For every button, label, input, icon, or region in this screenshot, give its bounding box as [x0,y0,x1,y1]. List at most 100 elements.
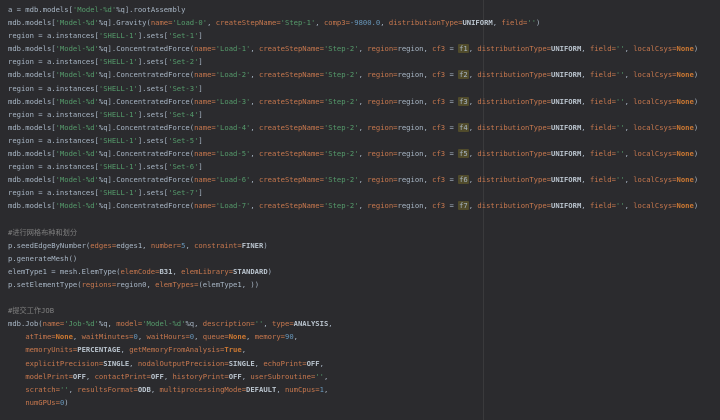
code-token: '' [616,97,625,106]
code-token [8,359,25,368]
code-token: region = a.instances[ [8,31,99,40]
code-line[interactable]: a = mdb.models['Model-%d'%q].rootAssembl… [8,3,720,16]
code-token: name= [194,70,216,79]
code-token: None [56,332,73,341]
code-token: createStepName= [259,175,324,184]
code-token: createStepName= [259,70,324,79]
code-token: localCsys= [633,44,676,53]
code-token: field= [590,123,616,132]
code-token: -9800.0 [350,18,380,27]
code-line[interactable]: region = a.instances['SHELL-1'].sets['Se… [8,186,720,199]
code-token: UNIFORM [551,149,581,158]
code-line[interactable]: mdb.models['Model-%d'%q].ConcentratedFor… [8,95,720,108]
code-token: UNIFORM [551,175,581,184]
code-token: UNIFORM [551,123,581,132]
code-token: , [324,385,328,394]
code-line[interactable]: scratch='', resultsFormat=ODB, multiproc… [8,383,720,396]
code-token: elemCode= [121,267,160,276]
code-token: %q].ConcentratedForce( [99,44,194,53]
code-line[interactable] [8,213,720,226]
code-editor[interactable]: a = mdb.models['Model-%d'%q].rootAssembl… [0,0,720,420]
code-token: '' [616,149,625,158]
code-token: mdb.models[ [8,44,56,53]
code-token: 'Model-%d' [142,319,185,328]
code-line[interactable]: elemType1 = mesh.ElemType(elemCode=B31, … [8,265,720,278]
code-line[interactable]: p.generateMesh() [8,252,720,265]
code-line[interactable]: #提交工作JOB [8,304,720,317]
code-token: atTime= [25,332,55,341]
code-token: createStepName= [216,18,281,27]
code-line[interactable]: p.seedEdgeByNumber(edges=edges1, number=… [8,239,720,252]
code-line[interactable]: explicitPrecision=SINGLE, nodalOutputPre… [8,357,720,370]
code-token: , [359,201,368,210]
code-line[interactable]: #进行网格布种和划分 [8,226,720,239]
code-line[interactable]: modelPrint=OFF, contactPrint=OFF, histor… [8,370,720,383]
code-token: ] [198,188,202,197]
code-line[interactable]: mdb.models['Model-%d'%q].Gravity(name='L… [8,16,720,29]
code-line[interactable]: region = a.instances['SHELL-1'].sets['Se… [8,82,720,95]
code-line[interactable]: mdb.models['Model-%d'%q].ConcentratedFor… [8,147,720,160]
code-token: , [324,372,328,381]
code-line[interactable]: mdb.models['Model-%d'%q].ConcentratedFor… [8,173,720,186]
code-token: = [445,70,458,79]
code-token: 'Load-7' [216,201,251,210]
code-token: STANDARD [233,267,268,276]
code-token: FINER [242,241,264,250]
code-token: distributionType= [477,70,551,79]
code-line[interactable]: numGPUs=0) [8,396,720,409]
code-token: region0, [116,280,155,289]
code-token: , [320,359,324,368]
code-token: edges1, [116,241,151,250]
code-token: 'Step-1' [281,18,316,27]
code-token: model= [116,319,142,328]
highlighted-variable-token: f4 [458,123,469,132]
code-line[interactable]: memoryUnits=PERCENTAGE, getMemoryFromAna… [8,343,720,356]
code-token: 'Model-%d' [56,97,99,106]
code-token: ].sets[ [138,57,168,66]
code-line[interactable]: region = a.instances['SHELL-1'].sets['Se… [8,29,720,42]
code-token: , [69,385,78,394]
code-token: mdb.models[ [8,149,56,158]
code-token: 'Step-2' [324,175,359,184]
code-token: None [677,44,694,53]
code-token: region= [367,97,397,106]
code-line[interactable]: region = a.instances['SHELL-1'].sets['Se… [8,134,720,147]
code-token: , [294,332,298,341]
code-token: , [315,18,324,27]
code-token: , [359,175,368,184]
code-line[interactable]: mdb.models['Model-%d'%q].ConcentratedFor… [8,121,720,134]
code-line[interactable] [8,291,720,304]
code-token: p.generateMesh() [8,254,77,263]
code-token [8,372,25,381]
code-line[interactable]: region = a.instances['SHELL-1'].sets['Se… [8,55,720,68]
code-token: UNIFORM [551,97,581,106]
code-line[interactable]: mdb.models['Model-%d'%q].ConcentratedFor… [8,199,720,212]
code-token: contactPrint= [95,372,151,381]
code-token: '' [616,175,625,184]
code-token: #进行网格布种和划分 [8,228,77,237]
code-token: OFF [73,372,86,381]
code-line[interactable]: p.setElementType(regions=region0, elemTy… [8,278,720,291]
code-token: nodalOutputPrecision= [138,359,229,368]
code-token: ].sets[ [138,31,168,40]
code-line[interactable]: region = a.instances['SHELL-1'].sets['Se… [8,160,720,173]
code-token: 'Load-1' [216,44,251,53]
code-token: '' [616,123,625,132]
code-token: 'SHELL-1' [99,188,138,197]
code-line[interactable]: region = a.instances['SHELL-1'].sets['Se… [8,108,720,121]
code-line[interactable]: atTime=None, waitMinutes=0, waitHours=0,… [8,330,720,343]
code-token: description= [203,319,255,328]
code-token: cf3 [432,175,445,184]
code-token: distributionType= [477,123,551,132]
code-token: , [121,345,130,354]
code-token: = [445,149,458,158]
code-line[interactable]: mdb.models['Model-%d'%q].ConcentratedFor… [8,68,720,81]
code-token: , [138,332,147,341]
code-token: %q].ConcentratedForce( [99,175,194,184]
code-line[interactable]: mdb.models['Model-%d'%q].ConcentratedFor… [8,42,720,55]
code-token: , [581,123,590,132]
code-line[interactable]: mdb.Job(name='Job-%d'%q, model='Model-%d… [8,317,720,330]
code-token: ANALYSIS [294,319,329,328]
code-token: True [224,345,241,354]
code-token: , [250,97,259,106]
